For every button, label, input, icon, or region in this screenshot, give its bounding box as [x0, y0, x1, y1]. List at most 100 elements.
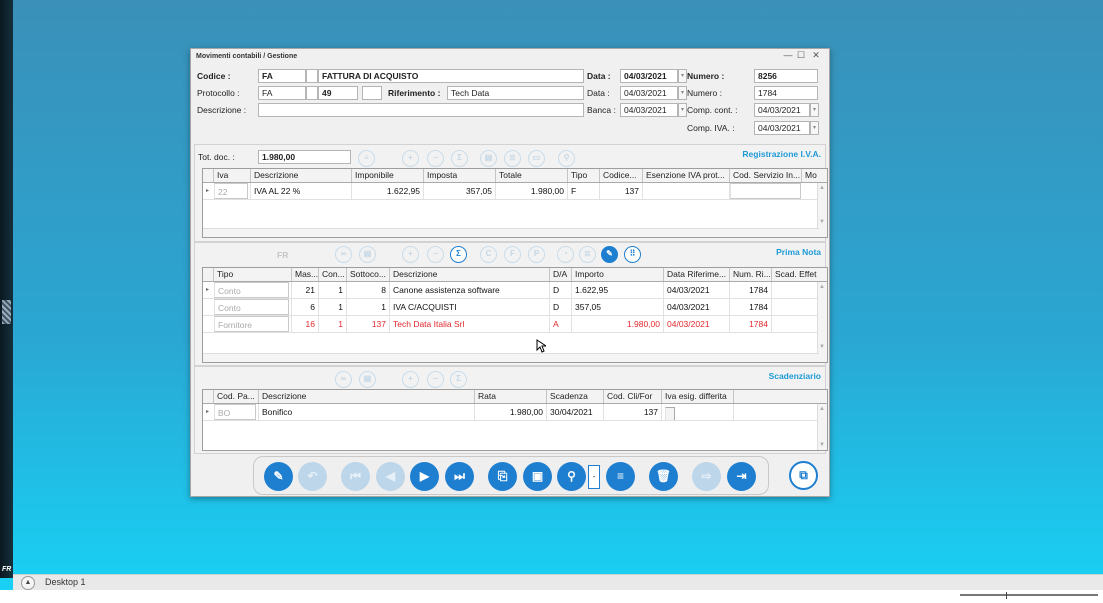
- add-line-icon[interactable]: +: [402, 371, 419, 388]
- col-tipo[interactable]: Tipo: [213, 268, 291, 281]
- first-icon[interactable]: ⏮: [341, 462, 370, 491]
- protocollo-lookup-button[interactable]: [306, 86, 318, 100]
- doc-icon[interactable]: ▭: [528, 150, 545, 167]
- banca-dropdown[interactable]: ▾: [678, 103, 687, 117]
- col-sottoconto[interactable]: Sottoco...: [346, 268, 389, 281]
- sidebar-grip[interactable]: [2, 300, 11, 324]
- col-cod-cli-for[interactable]: Cod. Cli/For: [603, 390, 661, 403]
- list-lines-icon[interactable]: ≣: [504, 150, 521, 167]
- sum-icon[interactable]: Σ: [451, 150, 468, 167]
- remove-row-icon[interactable]: −: [427, 150, 444, 167]
- iva-esig-checkbox[interactable]: [665, 407, 675, 420]
- remove-line-icon[interactable]: −: [427, 246, 444, 263]
- f-icon[interactable]: F: [504, 246, 521, 263]
- descrizione-input[interactable]: [258, 103, 584, 117]
- protocollo-input[interactable]: FA: [258, 86, 306, 100]
- col-descrizione[interactable]: Descrizione: [258, 390, 474, 403]
- prima-nota-hscroll[interactable]: [203, 353, 819, 362]
- link-icon[interactable]: ⚲: [558, 150, 575, 167]
- pen-icon[interactable]: ✎: [601, 246, 618, 263]
- codice-lookup-button[interactable]: [306, 69, 318, 83]
- iva-code-cell[interactable]: 22: [214, 183, 248, 199]
- col-imposta[interactable]: Imposta: [423, 169, 495, 182]
- col-cod-pag[interactable]: Cod. Pa...: [213, 390, 258, 403]
- last-icon[interactable]: ⏭: [445, 462, 474, 491]
- tipo-select[interactable]: Fornitore: [214, 316, 289, 332]
- table-row[interactable]: ▸ Conto 21 1 8 Canone assistenza softwar…: [203, 282, 827, 299]
- search-icon[interactable]: ⚲: [557, 462, 586, 491]
- add-row-icon[interactable]: +: [402, 150, 419, 167]
- col-rata[interactable]: Rata: [474, 390, 546, 403]
- col-conto[interactable]: Con...: [318, 268, 346, 281]
- scadenziario-vscroll[interactable]: ▲ ▼: [817, 404, 827, 450]
- search-dropdown[interactable]: -: [588, 465, 600, 489]
- table-row[interactable]: ▸ 22 IVA AL 22 % 1.622,95 357,05 1.980,0…: [203, 183, 827, 200]
- new-doc-icon[interactable]: ⎘: [488, 462, 517, 491]
- remove-line-icon[interactable]: −: [427, 371, 444, 388]
- col-da[interactable]: D/A: [549, 268, 571, 281]
- list-icon[interactable]: ≡: [606, 462, 635, 491]
- notes-icon[interactable]: ≣: [579, 246, 596, 263]
- data-input[interactable]: 04/03/2021: [620, 69, 678, 83]
- table-row[interactable]: Conto 6 1 1 IVA C/ACQUISTI D 357,05 04/0…: [203, 299, 827, 316]
- link-chain-icon[interactable]: ∞: [335, 371, 352, 388]
- next-icon[interactable]: ▶: [410, 462, 439, 491]
- iva-hscroll[interactable]: [203, 228, 819, 237]
- col-mo[interactable]: Mo: [801, 169, 819, 182]
- riferimento-input[interactable]: Tech Data: [447, 86, 584, 100]
- col-codice[interactable]: Codice...: [599, 169, 642, 182]
- numero-input[interactable]: 8256: [754, 69, 818, 83]
- edit-icon[interactable]: ✎: [264, 462, 293, 491]
- sum-active-icon[interactable]: Σ: [450, 246, 467, 263]
- undo-icon[interactable]: ↶: [298, 462, 327, 491]
- copy-rows-icon[interactable]: ▤: [359, 371, 376, 388]
- col-totale[interactable]: Totale: [495, 169, 567, 182]
- save-icon[interactable]: ▣: [523, 462, 552, 491]
- taskbar-up-button[interactable]: ▲: [21, 576, 35, 590]
- comp-cont-input[interactable]: 04/03/2021: [754, 103, 810, 117]
- export-icon[interactable]: ⇨: [692, 462, 721, 491]
- sum-icon[interactable]: Σ: [450, 371, 467, 388]
- col-num-riferimento[interactable]: Num. Ri...: [729, 268, 771, 281]
- protocollo-number[interactable]: 49: [318, 86, 358, 100]
- data2-input[interactable]: 04/03/2021: [620, 86, 678, 100]
- col-scadenza[interactable]: Scadenza: [546, 390, 603, 403]
- maximize-button[interactable]: ☐: [795, 50, 807, 61]
- tipo-select[interactable]: Conto: [214, 299, 289, 315]
- calc-icon[interactable]: ≡: [358, 150, 375, 167]
- tipo-select[interactable]: Conto: [214, 282, 289, 298]
- p-icon[interactable]: P: [528, 246, 545, 263]
- banca-input[interactable]: 04/03/2021: [620, 103, 678, 117]
- col-esenzione[interactable]: Esenzione IVA prot...: [642, 169, 729, 182]
- data-dropdown[interactable]: ▾: [678, 69, 687, 83]
- prev-icon[interactable]: ◀: [376, 462, 405, 491]
- window-titlebar[interactable]: Movimenti contabili / Gestione — ☐ ✕: [191, 49, 829, 64]
- open-window-icon[interactable]: ⧉: [789, 461, 818, 490]
- table-row[interactable]: ▸ BO Bonifico 1.980,00 30/04/2021 137: [203, 404, 827, 421]
- col-tipo[interactable]: Tipo: [567, 169, 599, 182]
- table-row[interactable]: Fornitore 16 1 137 Tech Data Italia Srl …: [203, 316, 827, 333]
- protocollo-extra[interactable]: [362, 86, 382, 100]
- data2-dropdown[interactable]: ▾: [678, 86, 687, 100]
- col-iva[interactable]: Iva: [213, 169, 250, 182]
- col-descrizione[interactable]: Descrizione: [250, 169, 351, 182]
- col-mastro[interactable]: Mas...: [291, 268, 318, 281]
- copy-icon[interactable]: ▤: [480, 150, 497, 167]
- tot-doc-input[interactable]: 1.980,00: [258, 150, 351, 164]
- prima-nota-vscroll[interactable]: ▲ ▼: [817, 282, 827, 362]
- pie-icon[interactable]: ◔: [557, 246, 574, 263]
- add-line-icon[interactable]: +: [402, 246, 419, 263]
- grid-icon[interactable]: ⠿: [624, 246, 641, 263]
- c-icon[interactable]: C: [480, 246, 497, 263]
- col-imponibile[interactable]: Imponibile: [351, 169, 423, 182]
- col-data-riferimento[interactable]: Data Riferime...: [663, 268, 729, 281]
- codice-input[interactable]: FA: [258, 69, 306, 83]
- col-scad-effet[interactable]: Scad. Effet: [771, 268, 819, 281]
- col-cod-servizio[interactable]: Cod. Servizio In...: [729, 169, 801, 182]
- col-iva-esig[interactable]: Iva esig. differita: [661, 390, 733, 403]
- comp-cont-dropdown[interactable]: ▾: [810, 103, 819, 117]
- exit-icon[interactable]: ⇥: [727, 462, 756, 491]
- delete-icon[interactable]: 🗑: [649, 462, 678, 491]
- numero2-input[interactable]: 1784: [754, 86, 818, 100]
- link-chain-icon[interactable]: ∞: [335, 246, 352, 263]
